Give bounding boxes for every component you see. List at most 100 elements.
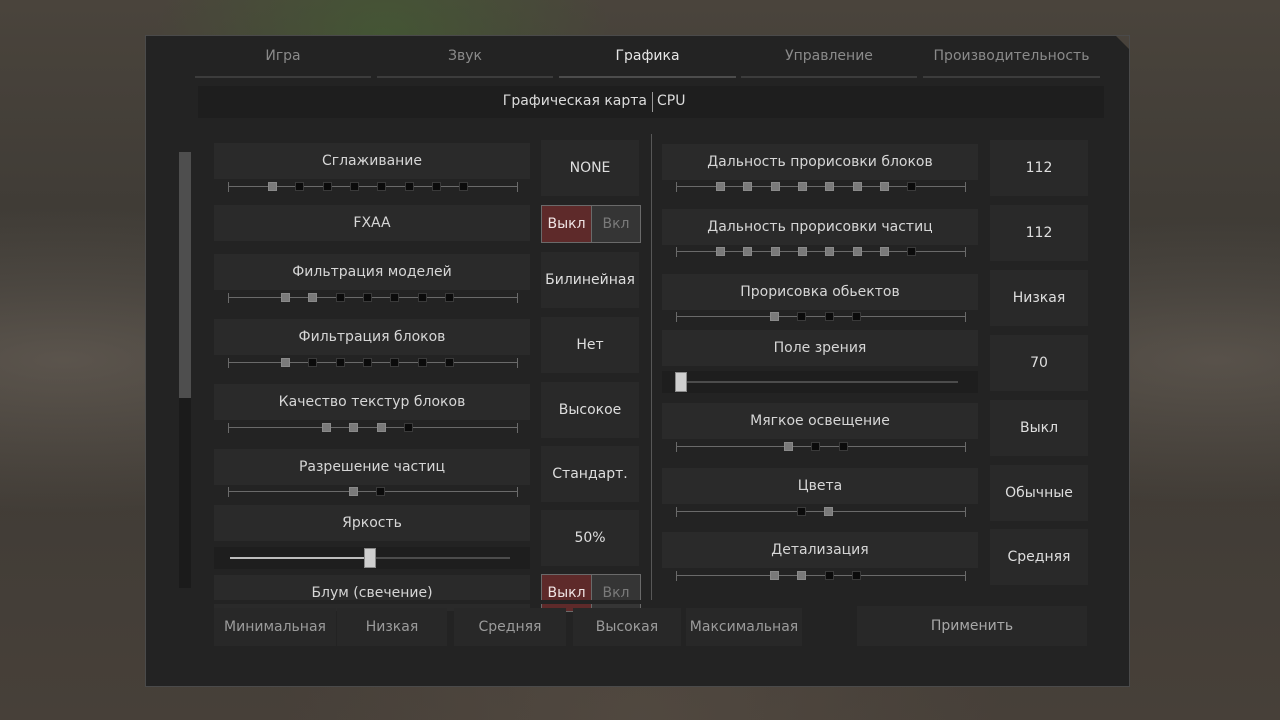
slider-step[interactable] — [444, 293, 454, 302]
slider-step[interactable] — [431, 182, 441, 191]
antialiasing-slider[interactable] — [228, 182, 518, 192]
preset-maximal-button[interactable]: Максимальная — [686, 608, 802, 646]
slider-step[interactable] — [390, 293, 400, 302]
slider-step[interactable] — [281, 293, 290, 302]
slider-step[interactable] — [797, 312, 807, 321]
slider-step[interactable] — [825, 182, 835, 191]
bloom-on-button[interactable]: Вкл — [591, 575, 640, 611]
slider-step[interactable] — [403, 423, 413, 432]
tab-performance[interactable]: Производительность — [923, 40, 1100, 78]
particle-resolution-slider[interactable] — [228, 487, 518, 497]
fov-slider[interactable] — [662, 371, 978, 393]
slider-step[interactable] — [417, 358, 427, 367]
soft-lighting-slider[interactable] — [676, 442, 966, 452]
slider-step[interactable] — [377, 182, 387, 191]
slider-step[interactable] — [852, 247, 862, 256]
preset-high-button[interactable]: Высокая — [573, 608, 681, 646]
slider-step[interactable] — [784, 442, 793, 451]
slider-step[interactable] — [770, 571, 779, 580]
slider-step[interactable] — [743, 247, 753, 256]
slider-step[interactable] — [349, 487, 358, 496]
slider-step[interactable] — [349, 182, 359, 191]
slider-step[interactable] — [825, 247, 835, 256]
slider-step[interactable] — [444, 358, 454, 367]
block-render-distance-value: 112 — [990, 140, 1088, 196]
slider-step[interactable] — [404, 182, 414, 191]
block-filtering-value: Нет — [541, 317, 639, 373]
slider-step[interactable] — [797, 571, 807, 580]
fov-slider-handle[interactable] — [675, 372, 687, 392]
slider-step[interactable] — [797, 247, 807, 256]
slider-step[interactable] — [376, 487, 386, 496]
slider-step[interactable] — [797, 182, 807, 191]
slider-step[interactable] — [851, 571, 861, 580]
slider-step[interactable] — [349, 423, 359, 432]
slider-step[interactable] — [770, 247, 780, 256]
brightness-slider[interactable] — [214, 547, 530, 569]
colors-slider[interactable] — [676, 507, 966, 517]
slider-step[interactable] — [295, 182, 305, 191]
slider-step[interactable] — [716, 247, 725, 256]
slider-step[interactable] — [362, 293, 372, 302]
tab-controls[interactable]: Управление — [741, 40, 917, 78]
detail-value: Средняя — [990, 529, 1088, 585]
slider-step[interactable] — [459, 182, 469, 191]
slider-step[interactable] — [281, 358, 290, 367]
slider-step[interactable] — [770, 182, 780, 191]
slider-step[interactable] — [851, 312, 861, 321]
slider-step[interactable] — [797, 507, 806, 516]
tab-sound[interactable]: Звук — [377, 40, 553, 78]
slider-step[interactable] — [824, 571, 834, 580]
colors-label: Цвета — [662, 468, 978, 504]
fxaa-on-button[interactable]: Вкл — [591, 206, 640, 242]
block-render-distance-slider[interactable] — [676, 182, 966, 192]
preset-minimal-button[interactable]: Минимальная — [214, 608, 336, 646]
slider-step[interactable] — [770, 312, 779, 321]
slider-step[interactable] — [308, 293, 318, 302]
particle-resolution-label: Разрешение частиц — [214, 449, 530, 485]
tab-game[interactable]: Игра — [195, 40, 371, 78]
slider-step[interactable] — [322, 423, 331, 432]
slider-step[interactable] — [417, 293, 427, 302]
slider-step[interactable] — [838, 442, 848, 451]
slider-step[interactable] — [824, 507, 834, 516]
block-filtering-slider[interactable] — [228, 358, 518, 368]
slider-step[interactable] — [268, 182, 277, 191]
slider-step[interactable] — [852, 182, 862, 191]
slider-step[interactable] — [879, 247, 889, 256]
brightness-slider-handle[interactable] — [364, 548, 376, 568]
slider-step[interactable] — [716, 182, 725, 191]
preset-medium-button[interactable]: Средняя — [454, 608, 566, 646]
tab-graphics[interactable]: Графика — [559, 40, 736, 78]
model-filtering-slider[interactable] — [228, 293, 518, 303]
slider-step[interactable] — [907, 247, 917, 256]
slider-step[interactable] — [743, 182, 753, 191]
particle-render-distance-slider[interactable] — [676, 247, 966, 257]
antialiasing-label: Сглаживание — [214, 143, 530, 179]
bloom-toggle[interactable]: Выкл Вкл — [541, 574, 641, 612]
slider-step[interactable] — [376, 423, 386, 432]
fxaa-toggle[interactable]: Выкл Вкл — [541, 205, 641, 243]
fxaa-off-button[interactable]: Выкл — [542, 206, 591, 242]
scroll-clip-edge — [196, 600, 1106, 604]
object-render-slider[interactable] — [676, 312, 966, 322]
slider-step[interactable] — [335, 358, 345, 367]
slider-step[interactable] — [811, 442, 821, 451]
apply-button[interactable]: Применить — [857, 606, 1087, 646]
scrollbar-thumb[interactable] — [179, 152, 191, 398]
slider-step[interactable] — [308, 358, 318, 367]
subtab-graphics-card[interactable]: Графическая карта — [503, 93, 647, 109]
detail-slider[interactable] — [676, 571, 966, 581]
slider-step[interactable] — [362, 358, 372, 367]
preset-low-button[interactable]: Низкая — [337, 608, 447, 646]
slider-step[interactable] — [824, 312, 834, 321]
slider-step[interactable] — [335, 293, 345, 302]
slider-step[interactable] — [322, 182, 332, 191]
bloom-off-button[interactable]: Выкл — [542, 575, 591, 611]
slider-step[interactable] — [907, 182, 917, 191]
texture-quality-slider[interactable] — [228, 423, 518, 433]
particle-render-distance-value: 112 — [990, 205, 1088, 261]
slider-step[interactable] — [879, 182, 889, 191]
slider-step[interactable] — [390, 358, 400, 367]
subtab-cpu[interactable]: CPU — [657, 93, 685, 109]
